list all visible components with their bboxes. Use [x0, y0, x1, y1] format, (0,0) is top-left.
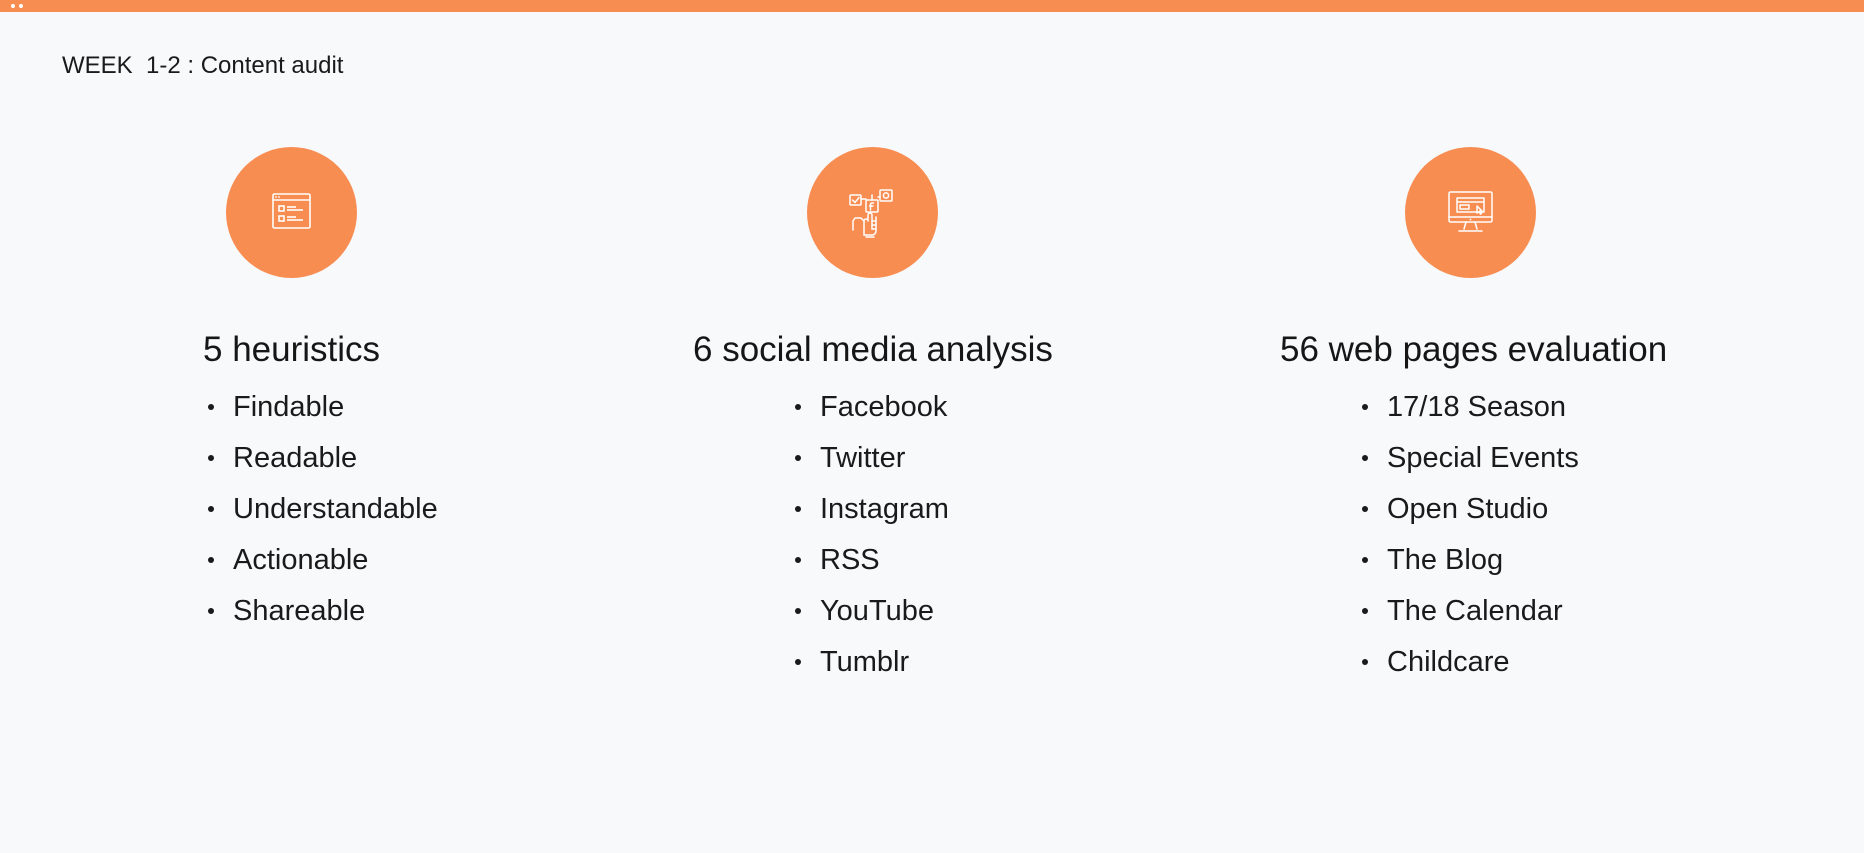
icon-badge	[807, 147, 938, 278]
slide-frame: WEEK 1-2 : Content audit 5 heuristics Fi…	[0, 0, 1864, 853]
heuristics-list: Findable Readable Understandable Actiona…	[203, 382, 438, 637]
bullet	[795, 506, 801, 512]
top-accent-bar	[0, 0, 1864, 12]
list-item: Actionable	[203, 535, 438, 586]
list-item: The Calendar	[1357, 586, 1579, 637]
bullet	[795, 404, 801, 410]
bullet	[795, 557, 801, 563]
column-heading: 56 web pages evaluation	[1280, 330, 1668, 369]
bullet	[208, 608, 214, 614]
bullet	[208, 506, 214, 512]
list-item: RSS	[790, 535, 949, 586]
bullet	[208, 557, 214, 563]
list-item: 17/18 Season	[1357, 382, 1579, 433]
bullet	[1362, 557, 1368, 563]
list-item: Shareable	[203, 586, 438, 637]
list-item: Open Studio	[1357, 484, 1579, 535]
bullet	[1362, 404, 1368, 410]
social-media-list: Facebook Twitter Instagram RSS YouTube T…	[790, 382, 949, 688]
bullet	[1362, 608, 1368, 614]
social-media-hand-icon	[849, 189, 893, 238]
list-item: Special Events	[1357, 433, 1579, 484]
window-dot	[11, 4, 15, 8]
bullet	[1362, 506, 1368, 512]
list-item: Instagram	[790, 484, 949, 535]
icon-badge	[1405, 147, 1536, 278]
page-title: WEEK 1-2 : Content audit	[62, 52, 344, 79]
column-heading: 5 heuristics	[203, 330, 381, 369]
web-pages-list: 17/18 Season Special Events Open Studio …	[1357, 382, 1579, 688]
bullet	[795, 659, 801, 665]
list-item: Understandable	[203, 484, 438, 535]
column-heading: 6 social media analysis	[693, 330, 1053, 369]
list-item: Findable	[203, 382, 438, 433]
list-item: Tumblr	[790, 637, 949, 688]
list-item: Readable	[203, 433, 438, 484]
list-item: Childcare	[1357, 637, 1579, 688]
web-page-monitor-icon	[1448, 191, 1493, 232]
checklist-window-icon	[272, 193, 311, 229]
bullet	[1362, 455, 1368, 461]
bullet	[1362, 659, 1368, 665]
list-item: The Blog	[1357, 535, 1579, 586]
window-dot	[19, 4, 23, 8]
icon-badge	[226, 147, 357, 278]
list-item: YouTube	[790, 586, 949, 637]
bullet	[208, 455, 214, 461]
list-item: Twitter	[790, 433, 949, 484]
bullet	[795, 455, 801, 461]
bullet	[795, 608, 801, 614]
list-item: Facebook	[790, 382, 949, 433]
bullet	[208, 404, 214, 410]
